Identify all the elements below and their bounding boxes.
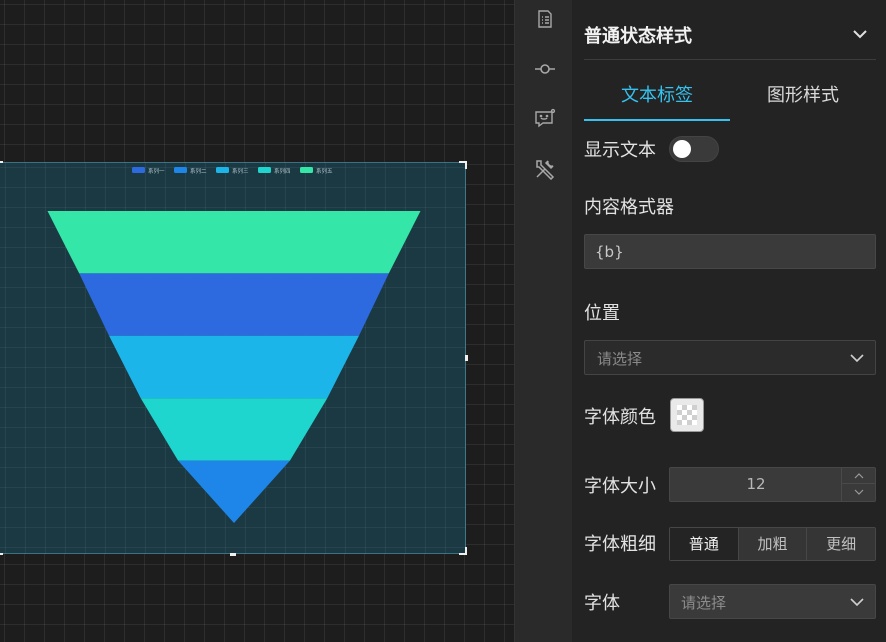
chevron-up-icon [854, 472, 863, 478]
legend-label: 系列一 [148, 167, 165, 175]
font-size-input[interactable]: 12 [670, 468, 842, 501]
font-weight-segmented: 普通 加粗 更细 [669, 527, 876, 561]
funnel-stage[interactable] [47, 211, 421, 274]
funnel-stage[interactable] [109, 335, 359, 399]
legend-label: 系列五 [316, 167, 333, 175]
weight-option-normal[interactable]: 普通 [670, 528, 739, 560]
legend-label: 系列三 [232, 167, 249, 175]
font-size-stepper[interactable]: 12 [669, 467, 876, 502]
resize-handle-bottom-right[interactable] [459, 547, 467, 555]
tab-shape-style[interactable]: 图形样式 [730, 72, 876, 120]
font-weight-label: 字体粗细 [584, 534, 656, 555]
font-size-label: 字体大小 [584, 476, 656, 497]
funnel-stage[interactable] [79, 273, 389, 336]
font-color-picker[interactable] [670, 398, 704, 432]
funnel-chart-widget[interactable]: 系列一 系列二 系列三 系列四 系列五 [0, 161, 468, 556]
legend-swatch [258, 167, 271, 173]
show-text-toggle[interactable] [669, 136, 719, 162]
font-family-label: 字体 [584, 593, 620, 614]
legend-label: 系列四 [274, 167, 291, 175]
active-tab-indicator [584, 119, 730, 121]
settings-panel: 普通状态样式 文本标签 图形样式 显示文本 内容格式器 位置 请选择 字体颜色 … [572, 0, 886, 642]
legend-swatch [174, 167, 187, 173]
color-swatch-preview [677, 405, 697, 425]
show-text-label: 显示文本 [584, 140, 656, 161]
legend-label: 系列二 [190, 167, 207, 175]
chevron-down-icon [854, 489, 863, 495]
style-tabs: 文本标签 图形样式 [584, 72, 876, 122]
chevron-down-icon [850, 354, 864, 363]
legend-item[interactable]: 系列二 [174, 167, 207, 175]
comment-icon[interactable] [534, 108, 556, 130]
resize-handle-top-right[interactable] [459, 161, 467, 169]
formatter-input[interactable] [584, 234, 876, 269]
font-select-placeholder: 请选择 [681, 594, 727, 612]
panel-header[interactable]: 普通状态样式 [584, 18, 876, 60]
property-icon-bar [514, 0, 572, 642]
increment-button[interactable] [842, 468, 875, 484]
list-icon[interactable] [534, 8, 556, 30]
position-select[interactable]: 请选择 [584, 340, 876, 375]
funnel-stage[interactable] [178, 460, 290, 523]
resize-handle-top-left[interactable] [0, 161, 3, 169]
legend-item[interactable]: 系列四 [258, 167, 291, 175]
weight-option-bold[interactable]: 加粗 [738, 528, 808, 560]
formatter-label: 内容格式器 [584, 197, 674, 218]
position-label: 位置 [584, 303, 620, 324]
tools-icon[interactable] [534, 158, 556, 180]
panel-title: 普通状态样式 [584, 26, 692, 47]
legend-item[interactable]: 系列五 [300, 167, 333, 175]
funnel-stages [47, 211, 421, 523]
legend-item[interactable]: 系列三 [216, 167, 249, 175]
commit-icon[interactable] [534, 58, 556, 80]
funnel-stage[interactable] [140, 398, 328, 461]
resize-handle-right[interactable] [465, 355, 468, 361]
tab-text-label[interactable]: 文本标签 [584, 72, 730, 120]
chevron-down-icon [850, 598, 864, 607]
legend-swatch [132, 167, 145, 173]
design-canvas[interactable]: 系列一 系列二 系列三 系列四 系列五 [0, 0, 514, 642]
position-select-placeholder: 请选择 [597, 350, 643, 368]
font-color-label: 字体颜色 [584, 407, 656, 428]
stepper-controls [841, 468, 875, 501]
weight-option-lighter[interactable]: 更细 [807, 528, 876, 560]
resize-handle-bottom[interactable] [230, 553, 236, 556]
resize-handle-bottom-left[interactable] [0, 547, 3, 555]
chart-legend: 系列一 系列二 系列三 系列四 系列五 [132, 167, 333, 175]
funnel-chart: 系列一 系列二 系列三 系列四 系列五 [47, 167, 421, 523]
font-family-select[interactable]: 请选择 [669, 584, 876, 619]
toggle-knob [673, 140, 691, 158]
decrement-button[interactable] [842, 484, 875, 500]
legend-swatch [300, 167, 313, 173]
chevron-down-icon[interactable] [852, 26, 868, 42]
legend-item[interactable]: 系列一 [132, 167, 165, 175]
app-root: 系列一 系列二 系列三 系列四 系列五 普通状态样式 文本标签 图形样式 显示文… [0, 0, 886, 642]
legend-swatch [216, 167, 229, 173]
